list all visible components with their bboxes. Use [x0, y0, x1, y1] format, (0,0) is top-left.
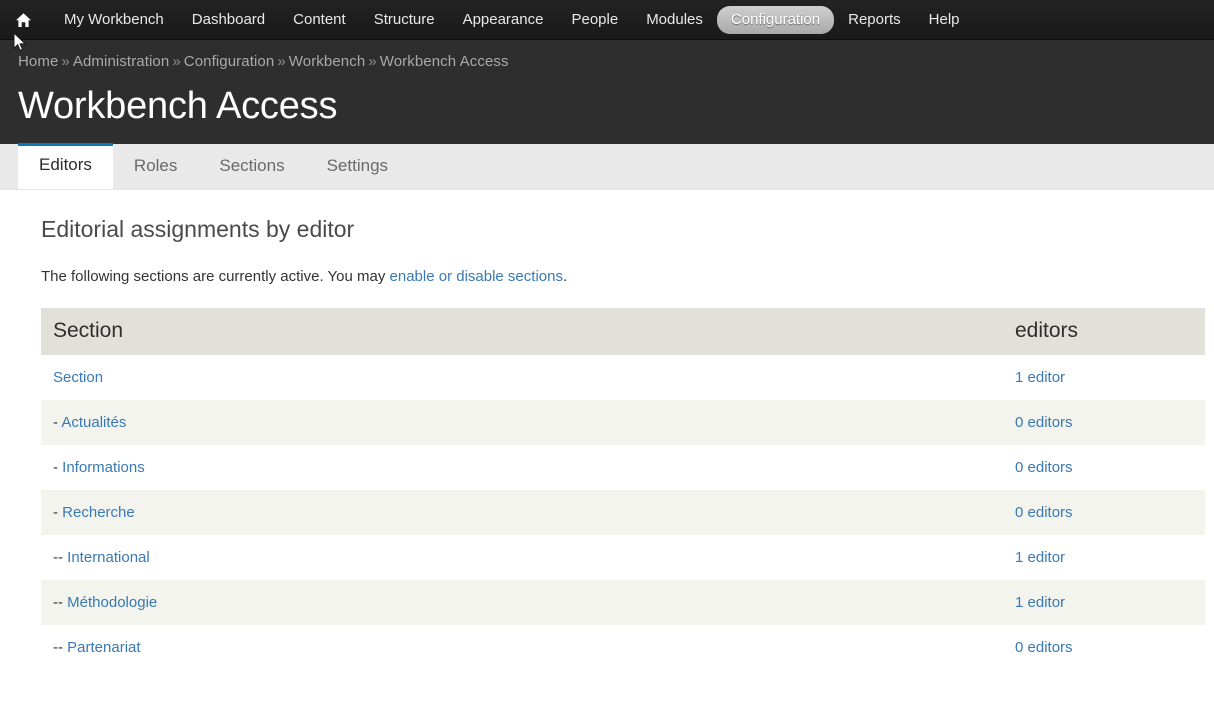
section-link[interactable]: Section — [53, 369, 103, 386]
admin-toolbar: My Workbench Dashboard Content Structure… — [0, 0, 1214, 40]
editors-count-link[interactable]: 0 editors — [1015, 414, 1073, 431]
breadcrumb-item-home[interactable]: Home — [18, 53, 58, 70]
column-header-editors: editors — [1001, 308, 1205, 355]
breadcrumb-separator: » — [172, 53, 181, 70]
editors-count-link[interactable]: 0 editors — [1015, 504, 1073, 521]
cell-editors: 1 editor — [1001, 580, 1205, 625]
admin-header: My Workbench Dashboard Content Structure… — [0, 0, 1214, 144]
table-row: - Informations 0 editors — [41, 445, 1205, 490]
sections-table: Section editors Section 1 editor - Actua… — [41, 308, 1205, 670]
cell-editors: 0 editors — [1001, 625, 1205, 670]
cell-editors: 0 editors — [1001, 445, 1205, 490]
toolbar-item-appearance[interactable]: Appearance — [449, 6, 558, 34]
toolbar-item-content[interactable]: Content — [279, 6, 360, 34]
indent-prefix: -- — [53, 594, 68, 611]
breadcrumb-separator: » — [61, 53, 70, 70]
section-heading: Editorial assignments by editor — [41, 216, 355, 242]
tab-editors[interactable]: Editors — [18, 143, 113, 189]
section-link[interactable]: Méthodologie — [67, 594, 157, 611]
intro-text: The following sections are currently act… — [18, 244, 1196, 287]
section-link[interactable]: Recherche — [62, 504, 135, 521]
breadcrumb: Home» Administration» Configuration» Workbe… — [0, 40, 1214, 70]
breadcrumb-item-workbench[interactable]: Workbench — [289, 53, 366, 70]
breadcrumb-item-workbench-access[interactable]: Workbench Access — [380, 53, 509, 70]
toolbar-item-reports[interactable]: Reports — [834, 6, 915, 34]
page-title: Workbench Access — [18, 85, 338, 127]
section-link[interactable]: Partenariat — [67, 639, 140, 656]
table-header-row: Section editors — [41, 308, 1205, 355]
editors-count-link[interactable]: 0 editors — [1015, 639, 1073, 656]
intro-text-after: . — [562, 268, 568, 285]
table-row: -- Partenariat 0 editors — [41, 625, 1205, 670]
indent-prefix: - — [53, 504, 63, 521]
toolbar-item-help[interactable]: Help — [915, 6, 974, 34]
indent-prefix: -- — [53, 639, 68, 656]
tab-settings[interactable]: Settings — [306, 144, 409, 189]
toolbar-item-configuration[interactable]: Configuration — [716, 5, 835, 34]
cell-editors: 0 editors — [1001, 400, 1205, 445]
toolbar-item-structure[interactable]: Structure — [360, 6, 449, 34]
tab-sections[interactable]: Sections — [198, 144, 305, 189]
toolbar-item-my-workbench[interactable]: My Workbench — [50, 6, 178, 34]
cell-editors: 1 editor — [1001, 535, 1205, 580]
table-head: Section editors — [41, 308, 1205, 355]
intro-text-before: The following sections are currently act… — [41, 268, 390, 285]
section-link[interactable]: International — [67, 549, 150, 566]
editors-count-link[interactable]: 1 editor — [1015, 369, 1065, 386]
cell-section: -- International — [41, 535, 1001, 580]
enable-disable-sections-link[interactable]: enable or disable sections — [390, 268, 563, 285]
breadcrumb-item-administration[interactable]: Administration — [73, 53, 169, 70]
editors-count-link[interactable]: 1 editor — [1015, 594, 1065, 611]
table-body: Section 1 editor - Actualités 0 editors … — [41, 355, 1205, 670]
home-icon[interactable] — [10, 7, 36, 33]
main-content: Editorial assignments by editor The foll… — [0, 190, 1214, 670]
toolbar-item-modules[interactable]: Modules — [632, 6, 717, 34]
table-row: -- Méthodologie 1 editor — [41, 580, 1205, 625]
cell-section: -- Méthodologie — [41, 580, 1001, 625]
cell-section: Section — [41, 355, 1001, 400]
editors-count-link[interactable]: 1 editor — [1015, 549, 1065, 566]
table-row: -- International 1 editor — [41, 535, 1205, 580]
toolbar-item-people[interactable]: People — [557, 6, 632, 34]
indent-prefix: -- — [53, 549, 68, 566]
cell-section: -- Partenariat — [41, 625, 1001, 670]
column-header-section: Section — [41, 308, 1001, 355]
cell-editors: 1 editor — [1001, 355, 1205, 400]
breadcrumb-separator: » — [277, 53, 286, 70]
tab-roles[interactable]: Roles — [113, 144, 198, 189]
primary-tabs: Editors Roles Sections Settings — [0, 143, 1214, 190]
indent-prefix: - — [53, 459, 63, 476]
section-link[interactable]: Informations — [62, 459, 145, 476]
cell-section: - Actualités — [41, 400, 1001, 445]
sections-table-wrapper: Section editors Section 1 editor - Actua… — [18, 287, 1205, 670]
editors-count-link[interactable]: 0 editors — [1015, 459, 1073, 476]
breadcrumb-separator: » — [368, 53, 377, 70]
table-row: - Actualités 0 editors — [41, 400, 1205, 445]
cell-editors: 0 editors — [1001, 490, 1205, 535]
table-row: Section 1 editor — [41, 355, 1205, 400]
toolbar-item-dashboard[interactable]: Dashboard — [178, 6, 279, 34]
toolbar-menu: My Workbench Dashboard Content Structure… — [50, 5, 974, 34]
section-link[interactable]: Actualités — [61, 414, 126, 431]
cell-section: - Recherche — [41, 490, 1001, 535]
cell-section: - Informations — [41, 445, 1001, 490]
table-row: - Recherche 0 editors — [41, 490, 1205, 535]
breadcrumb-item-configuration[interactable]: Configuration — [184, 53, 275, 70]
